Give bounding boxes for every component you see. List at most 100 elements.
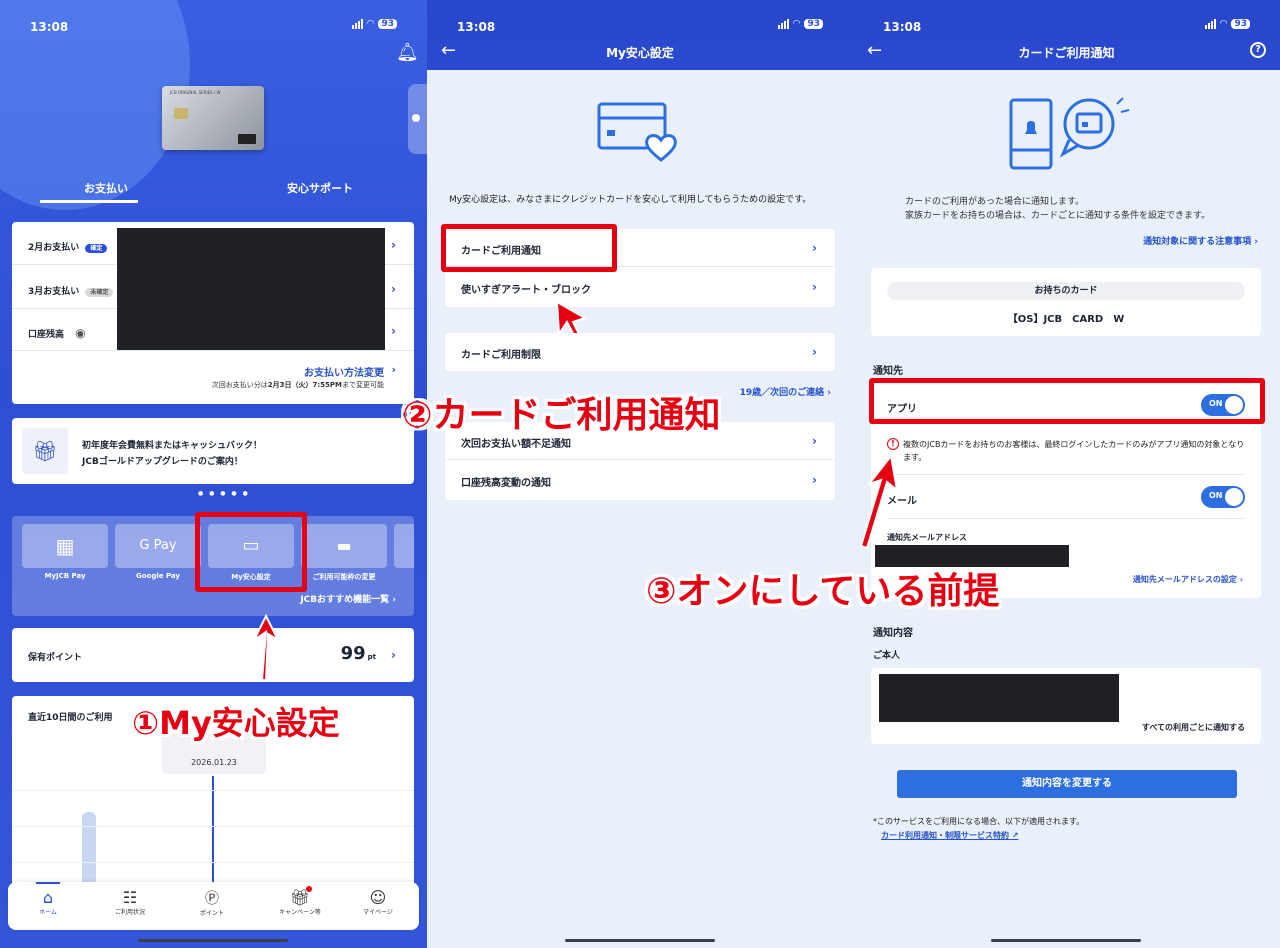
battery-indicator: 93 <box>804 19 823 29</box>
features-all-link[interactable]: JCBおすすめ機能一覧 › <box>300 592 396 605</box>
payment-row-balance[interactable]: 口座残高 ◉ <box>28 326 86 340</box>
home-indicator <box>138 939 288 942</box>
recent-usage-label: 直近10日間のご利用 <box>28 713 113 723</box>
points-label: 保有ポイント <box>28 653 83 663</box>
nav-mypage[interactable]: ☺︎ マイページ <box>354 888 402 916</box>
footnote: *このサービスをご利用になる場合、以下が適用されます。 <box>873 817 1085 826</box>
signal-icon <box>1204 19 1216 29</box>
qr-icon[interactable]: ▦ <box>22 524 108 568</box>
promo-line1: 初年度年会費無料またはキャッシュバック！ <box>82 441 263 451</box>
feature-myjcb-pay[interactable]: MyJCB Pay <box>22 572 108 580</box>
nav-points[interactable]: Ⓟ ポイント <box>188 888 236 917</box>
redacted-block <box>117 228 385 350</box>
usage-bar <box>82 812 96 886</box>
annotation-box-1 <box>195 512 307 592</box>
chevron-right-icon[interactable]: › <box>391 282 396 296</box>
caution-link[interactable]: 通知対象に関する注意事項 › <box>1143 234 1258 247</box>
mail-settings-link[interactable]: 通知先メールアドレスの設定 › <box>1133 574 1243 585</box>
promo-banner[interactable]: 🎁︎ 初年度年会費無料またはキャッシュバック！ JCBゴールドアップグレードのご… <box>12 418 414 484</box>
annotation-box-2 <box>441 224 617 272</box>
setting-usage-limit[interactable]: カードご利用制限 › <box>445 333 835 371</box>
chevron-right-icon[interactable]: › <box>391 238 396 252</box>
tab-payment[interactable]: お支払い <box>46 180 166 196</box>
notify-to-label: 通知先 <box>873 366 903 377</box>
owned-cards-label: お持ちのカード <box>887 282 1245 300</box>
change-content-button[interactable]: 通知内容を変更する <box>897 770 1237 798</box>
app-bar: 13:08 ◠ 93 ← My安心設定 <box>427 0 853 70</box>
points-card[interactable]: 保有ポイント 99 pt › <box>12 628 414 682</box>
notification-dot <box>306 886 312 892</box>
owned-cards-section: お持ちのカード 【OS】JCB CARD W <box>871 268 1261 336</box>
status-icons: ◠ 93 <box>1204 19 1250 29</box>
chevron-right-icon: › <box>812 241 817 255</box>
home-screen: 13:08 ◠ 93 🔔︎ JCB ORIGINAL SERIES / W お支… <box>0 0 427 948</box>
jcb-logo <box>238 134 256 144</box>
tab-support[interactable]: 安心サポート <box>260 180 380 196</box>
contact-link[interactable]: 19歳／次回のご連絡 › <box>740 385 831 398</box>
gift-icon: 🎁︎ <box>289 888 311 907</box>
nav-campaign[interactable]: 🎁︎ キャンペーン等 <box>270 888 330 916</box>
phone-notice-illustration <box>1009 97 1130 170</box>
home-icon: ⌂ <box>42 888 54 907</box>
chevron-right-icon: › <box>812 473 817 487</box>
eye-icon[interactable]: ◉ <box>75 326 85 340</box>
desc-line2: 家族カードをお持ちの場合は、カードごとに通知する条件を設定できます。 <box>905 211 1211 221</box>
feature-peek[interactable] <box>394 524 414 568</box>
pay-note: 次回お支払い分は2月3日（火）7:55PMまで変更可能 <box>211 381 384 389</box>
bell-icon[interactable]: 🔔︎ <box>396 42 419 63</box>
warning-icon: ! <box>887 438 899 450</box>
credit-card-image[interactable]: JCB ORIGINAL SERIES / W <box>162 86 264 150</box>
chevron-right-icon[interactable]: › <box>391 324 396 338</box>
chevron-right-icon: › <box>812 434 817 448</box>
next-card-peek[interactable] <box>408 84 427 154</box>
card-brand-text: JCB ORIGINAL SERIES / W <box>170 90 221 95</box>
wifi-icon: ◠ <box>366 19 375 29</box>
chip-icon <box>174 108 188 119</box>
page-title: My安心設定 <box>606 46 674 60</box>
help-icon[interactable]: ? <box>1250 42 1266 58</box>
nav-home[interactable]: ⌂ ホーム <box>24 888 72 916</box>
card-usage-notice-screen: 13:08 ◠ 93 ← カードご利用通知 ? カードのご利用があった場合に通知… <box>853 0 1280 948</box>
pay-method-link[interactable]: お支払い方法変更 <box>304 364 384 379</box>
chart-cursor-line <box>212 776 214 886</box>
feature-google-pay[interactable]: Google Pay <box>115 572 201 580</box>
settings-group-2: カードご利用制限 › <box>445 333 835 371</box>
user-icon: ☺︎ <box>369 888 387 907</box>
nav-usage[interactable]: ☷ ご利用状況 <box>106 888 154 916</box>
carousel-dots: ● ● ● ● ● <box>198 490 250 497</box>
self-label: ご本人 <box>873 651 901 661</box>
annotation-text-2: ②カードご利用通知 <box>402 395 721 436</box>
chevron-right-icon: › <box>812 280 817 294</box>
status-time: 13:08 <box>457 20 496 34</box>
payments-card: 2月お支払い 確定 3月お支払い 未確定 口座残高 ◉ › › › お支払い方法… <box>12 222 414 404</box>
page-title: カードご利用通知 <box>1018 46 1115 60</box>
card-heart-illustration <box>597 102 677 162</box>
warning-text: 複数のJCBカードをお持ちのお客様は、最終ログインしたカードのみがアプリ通知の対… <box>903 440 1245 462</box>
signal-icon <box>351 19 363 29</box>
battery-indicator: 93 <box>378 19 397 29</box>
description: My安心設定は、みなさまにクレジットカードを安心して利用してもらうための設定です… <box>449 195 812 205</box>
google-pay-icon[interactable]: G Pay <box>115 524 201 568</box>
limit-change-icon[interactable]: ▬ <box>301 524 387 568</box>
setting-overuse-alert[interactable]: 使いすぎアラート・ブロック › <box>445 268 835 306</box>
promo-line2: JCBゴールドアップグレードのご案内！ <box>82 457 243 467</box>
gift-icon: 🎁︎ <box>22 428 68 474</box>
chevron-right-icon[interactable]: › <box>391 648 396 662</box>
status-icons: ◠ 93 <box>351 19 397 29</box>
payment-row-mar[interactable]: 3月お支払い 未確定 <box>28 284 114 297</box>
mail-toggle[interactable]: ON <box>1201 486 1245 508</box>
chevron-right-icon[interactable]: › <box>391 363 396 376</box>
setting-balance-change[interactable]: 口座残高変動の通知 › <box>445 461 835 499</box>
status-time: 13:08 <box>883 20 922 34</box>
home-indicator <box>565 939 715 942</box>
terms-link[interactable]: カード利用通知・制限サービス特約 ↗ <box>881 830 1019 841</box>
bottom-nav: ⌂ ホーム ☷ ご利用状況 Ⓟ ポイント 🎁︎ キャンペーン等 ☺︎ マイページ <box>8 882 419 930</box>
points-value: 99 pt <box>340 643 376 664</box>
points-icon: Ⓟ <box>205 891 219 907</box>
annotation-arrow-1 <box>251 613 281 681</box>
feature-limit-change[interactable]: ご利用可能枠の変更 <box>301 572 387 582</box>
payment-row-feb[interactable]: 2月お支払い 確定 <box>28 240 108 253</box>
tab-indicator <box>40 200 138 203</box>
desc-line1: カードのご利用があった場合に通知します。 <box>905 197 1085 207</box>
status-time: 13:08 <box>30 20 69 34</box>
